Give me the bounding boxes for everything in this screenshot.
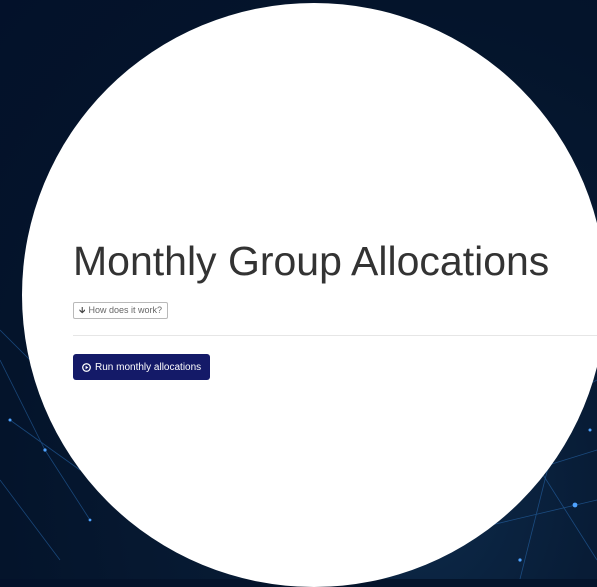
run-monthly-allocations-button[interactable]: Run monthly allocations [73, 354, 211, 380]
page-title: Monthly Group Allocations [73, 238, 550, 284]
run-monthly-allocations-label: Run monthly allocations [95, 361, 202, 373]
spotlight-panel: Monthly Group Allocations 🡳 How does it … [22, 3, 597, 587]
play-circle-icon [82, 362, 91, 372]
page-content: Monthly Group Allocations 🡳 How does it … [73, 234, 597, 380]
how-does-it-work-label: How does it work? [88, 305, 162, 315]
how-does-it-work-button[interactable]: 🡳 How does it work? [73, 302, 168, 319]
arrow-down-icon: 🡳 [79, 305, 86, 315]
